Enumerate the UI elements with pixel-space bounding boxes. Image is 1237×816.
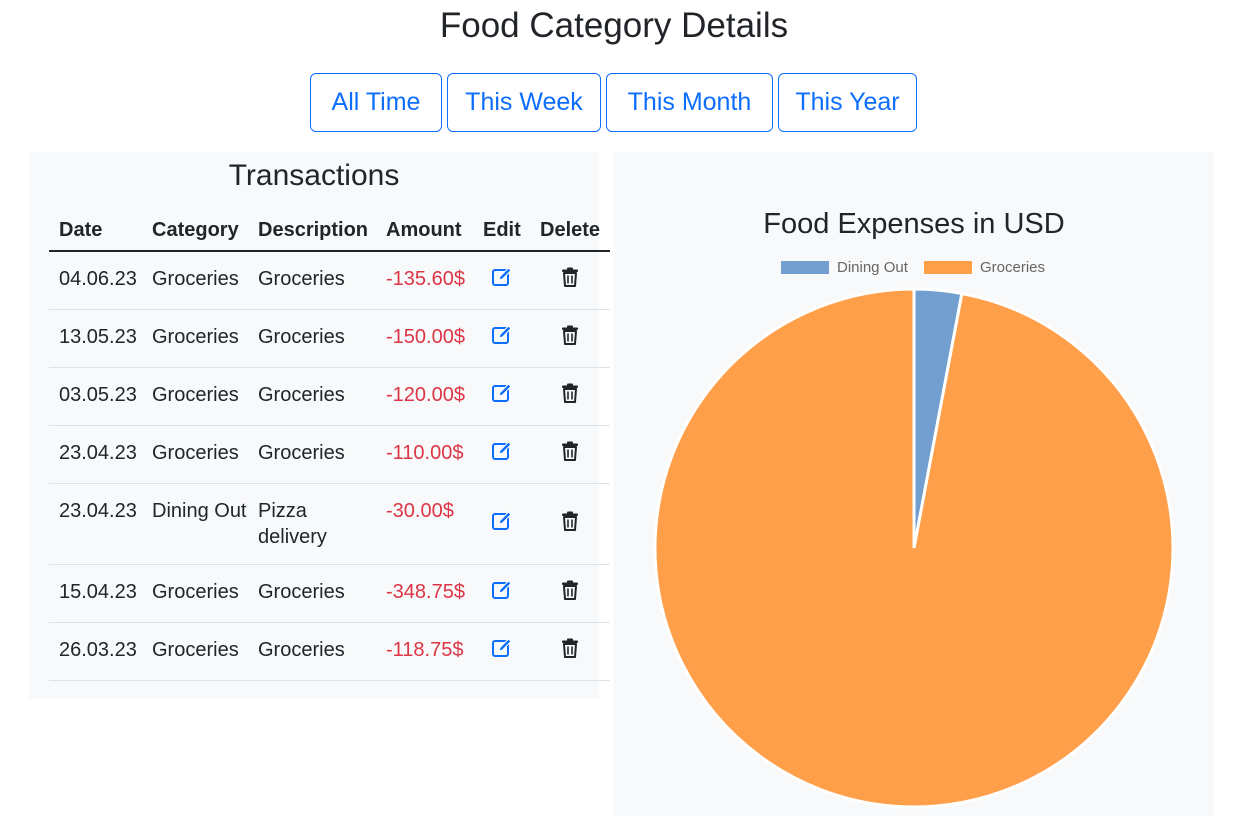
- trash-icon[interactable]: [559, 266, 581, 288]
- trash-icon[interactable]: [559, 382, 581, 404]
- delete-cell: [530, 622, 610, 681]
- table-row: 03.05.23 Groceries Groceries -120.00$: [49, 367, 610, 426]
- this-week-button[interactable]: This Week: [447, 73, 601, 132]
- description-cell: Groceries: [248, 367, 376, 426]
- edit-cell: [473, 425, 530, 484]
- trash-icon[interactable]: [559, 440, 581, 462]
- table-row: 04.06.23 Groceries Groceries -135.60$: [49, 251, 610, 310]
- edit-cell: [473, 251, 530, 310]
- trash-icon[interactable]: [559, 579, 581, 601]
- description-cell: Groceries: [248, 564, 376, 623]
- chart-title: Food Expenses in USD: [763, 208, 1064, 240]
- category-cell: Groceries: [142, 309, 248, 368]
- category-cell: Groceries: [142, 564, 248, 623]
- edit-icon[interactable]: [491, 266, 513, 288]
- column-header-edit: Edit: [473, 210, 530, 252]
- amount-cell: -120.00$: [376, 367, 473, 426]
- edit-icon[interactable]: [491, 637, 513, 659]
- delete-cell: [530, 309, 610, 368]
- amount-cell: -110.00$: [376, 425, 473, 484]
- column-header-amount: Amount: [376, 210, 473, 252]
- amount-cell: -150.00$: [376, 309, 473, 368]
- amount-cell: -118.75$: [376, 622, 473, 681]
- this-month-button[interactable]: This Month: [606, 73, 773, 132]
- trash-icon[interactable]: [559, 510, 581, 532]
- date-cell: 03.05.23: [49, 367, 142, 426]
- delete-cell: [530, 251, 610, 310]
- legend-swatch: [924, 261, 972, 274]
- date-cell: 04.06.23: [49, 251, 142, 310]
- trash-icon[interactable]: [559, 637, 581, 659]
- description-cell: Groceries: [248, 425, 376, 484]
- category-cell: Groceries: [142, 622, 248, 681]
- legend-label: Groceries: [980, 259, 1045, 276]
- legend-label: Dining Out: [837, 259, 909, 276]
- description-cell: Groceries: [248, 309, 376, 368]
- delete-cell: [530, 367, 610, 426]
- edit-cell: [473, 564, 530, 623]
- amount-cell: -348.75$: [376, 564, 473, 623]
- trash-icon[interactable]: [559, 324, 581, 346]
- edit-icon[interactable]: [491, 440, 513, 462]
- date-cell: 26.03.23: [49, 622, 142, 681]
- column-header-category: Category: [142, 210, 248, 252]
- food-expenses-pie-chart: Food Expenses in USD Dining Out Groceries: [653, 208, 1175, 809]
- this-year-button[interactable]: This Year: [778, 73, 917, 132]
- table-row: 26.03.23 Groceries Groceries -118.75$: [49, 622, 610, 681]
- category-cell: Groceries: [142, 367, 248, 426]
- pie-slice-groceries[interactable]: [653, 287, 1175, 809]
- table-row: 15.04.23 Groceries Groceries -348.75$: [49, 564, 610, 623]
- transactions-title: Transactions: [228, 159, 400, 192]
- edit-icon[interactable]: [491, 382, 513, 404]
- category-cell: Groceries: [142, 251, 248, 310]
- edit-cell: [473, 309, 530, 368]
- transactions-panel: Transactions Date Category Description A…: [29, 152, 610, 699]
- category-cell: Groceries: [142, 425, 248, 484]
- column-header-date: Date: [49, 210, 142, 252]
- delete-cell: [530, 483, 610, 565]
- edit-cell: [473, 367, 530, 426]
- delete-cell: [530, 425, 610, 484]
- edit-icon[interactable]: [491, 579, 513, 601]
- legend-swatch: [781, 261, 829, 274]
- description-cell: Groceries: [248, 622, 376, 681]
- date-cell: 13.05.23: [49, 309, 142, 368]
- edit-icon[interactable]: [491, 510, 513, 532]
- all-time-button[interactable]: All Time: [310, 73, 442, 132]
- date-cell: 23.04.23: [49, 483, 142, 565]
- amount-cell: -30.00$: [376, 483, 473, 565]
- description-cell: Groceries: [248, 251, 376, 310]
- edit-icon[interactable]: [491, 324, 513, 346]
- transactions-table: Date Category Description Amount Edit De…: [49, 210, 610, 681]
- column-header-description: Description: [248, 210, 376, 252]
- table-header-row: Date Category Description Amount Edit De…: [49, 210, 610, 252]
- delete-cell: [530, 564, 610, 623]
- edit-cell: [473, 622, 530, 681]
- column-header-delete: Delete: [530, 210, 610, 252]
- description-cell: Pizza delivery: [248, 483, 376, 565]
- table-row: 13.05.23 Groceries Groceries -150.00$: [49, 309, 610, 368]
- date-cell: 15.04.23: [49, 564, 142, 623]
- chart-panel: Food Expenses in USD Dining Out Groceries: [614, 152, 1214, 816]
- date-cell: 23.04.23: [49, 425, 142, 484]
- amount-cell: -135.60$: [376, 251, 473, 310]
- page-title: Food Category Details: [439, 6, 789, 45]
- edit-cell: [473, 483, 530, 565]
- table-row: 23.04.23 Dining Out Pizza delivery -30.00$: [49, 483, 610, 565]
- table-row: 23.04.23 Groceries Groceries -110.00$: [49, 425, 610, 484]
- category-cell: Dining Out: [142, 483, 248, 565]
